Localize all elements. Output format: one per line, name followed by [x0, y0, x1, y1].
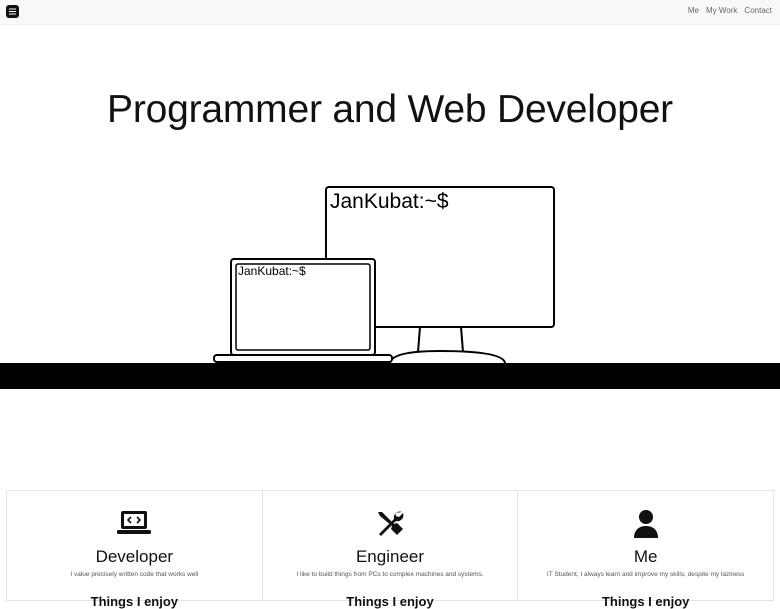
monitor-neck-left [417, 326, 421, 353]
navbar: Me My Work Contact [0, 0, 780, 25]
monitor-base [389, 349, 506, 364]
card-subtitle: Things I enjoy [346, 594, 434, 609]
nav-link-my-work[interactable]: My Work [706, 6, 737, 15]
nav-link-me[interactable]: Me [688, 6, 699, 15]
card-title: Engineer [355, 547, 425, 566]
card-text: I like to build things from PCs to compl… [296, 571, 484, 578]
laptop-code-icon [117, 509, 152, 542]
user-icon [633, 509, 659, 544]
card-text: I value precisely written code that work… [70, 571, 199, 578]
card-title: Developer [95, 547, 174, 566]
laptop-terminal-prompt: JanKubat:~$ [238, 264, 306, 278]
monitor-terminal-prompt: JanKubat:~$ [330, 190, 449, 213]
card-developer: Developer I value precisely written code… [6, 491, 263, 609]
desk-surface [0, 363, 780, 389]
card-engineer: Engineer I like to build things from PCs… [262, 491, 519, 609]
monitor-neck-right [460, 326, 464, 353]
brand-logo-icon[interactable] [6, 5, 19, 18]
feature-cards: Developer I value precisely written code… [6, 490, 775, 609]
laptop-base [213, 354, 393, 363]
card-subtitle: Things I enjoy [90, 594, 179, 609]
card-title: Me [633, 547, 658, 566]
card-text: IT Student, I always learn and improve m… [546, 571, 745, 578]
nav-link-contact[interactable]: Contact [744, 6, 772, 15]
hero-title: Programmer and Web Developer [107, 88, 673, 131]
tools-icon [375, 509, 405, 544]
nav-links: Me My Work Contact [688, 6, 772, 15]
card-me: Me IT Student, I always learn and improv… [518, 491, 775, 609]
card-subtitle: Things I enjoy [601, 594, 690, 609]
